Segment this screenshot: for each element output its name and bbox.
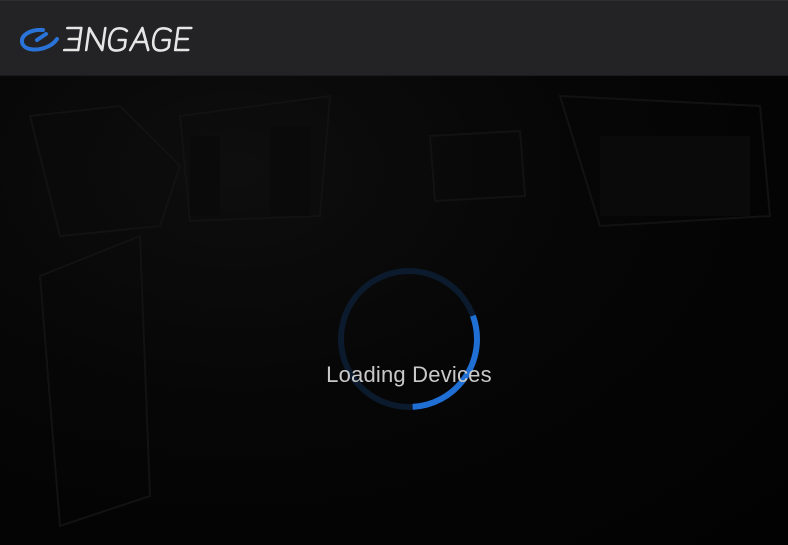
engage-logo-icon [19,27,59,52]
engage-wordmark-icon [62,26,193,52]
app-window: ENGAGE Loading Devices [0,0,788,545]
top-header: ENGAGE [0,0,788,76]
loading-spinner-icon [338,268,480,410]
brand-logo[interactable]: ENGAGE [19,23,209,55]
loading-status-text: Loading Devices [326,362,492,387]
blurred-background-image [0,76,788,545]
